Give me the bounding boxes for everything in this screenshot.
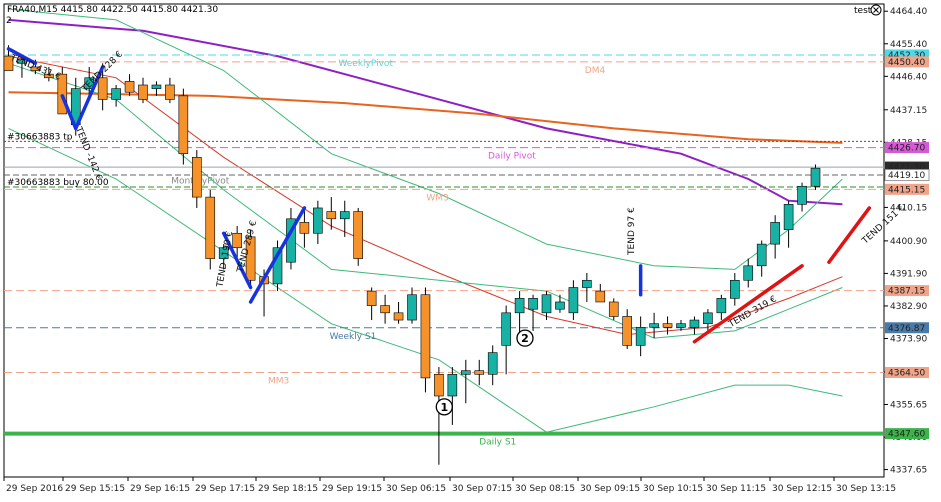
bearish-candle [474, 370, 485, 375]
bullish-candle [111, 88, 121, 100]
x-tick-label: 29 Sep 19:15 [322, 484, 382, 494]
x-tick-label: 29 Sep 16:15 [130, 484, 190, 494]
bullish-candle [447, 373, 458, 397]
x-tick-label: 30 Sep 13:15 [836, 484, 896, 494]
bullish-candle [568, 287, 579, 314]
x-tick-label: 30 Sep 09:15 [580, 484, 640, 494]
bearish-candle [178, 95, 189, 155]
bullish-candle [797, 185, 807, 205]
y-tick-label: 4391.90 [890, 269, 927, 279]
bullish-candle [541, 294, 552, 314]
bearish-candle [420, 294, 431, 379]
bearish-candle [205, 196, 216, 259]
bearish-candle [124, 81, 135, 93]
bearish-candle [138, 84, 148, 100]
chart-corner-digit: 2 [6, 16, 12, 26]
bullish-candle [783, 204, 794, 230]
bearish-candle [622, 316, 633, 346]
bearish-candle [165, 84, 175, 100]
bearish-candle [434, 373, 444, 397]
x-tick-label: 30 Sep 11:15 [706, 484, 766, 494]
bearish-candle [366, 290, 377, 306]
bullish-candle [770, 222, 780, 245]
bullish-candle [689, 319, 700, 328]
price-tag-label: 4426.70 [888, 144, 925, 154]
x-tick-label: 30 Sep 07:15 [452, 484, 512, 494]
trade-label: #30663883 tp [7, 132, 73, 142]
price-tag-label: 4364.50 [888, 368, 925, 378]
level-label: MM3 [268, 376, 289, 386]
level-label: Daily Pivot [488, 152, 536, 162]
bullish-candle [151, 84, 162, 89]
bullish-candle [635, 326, 646, 346]
y-tick-label: 4464.40 [890, 7, 927, 17]
bullish-candle [676, 323, 686, 328]
bearish-candle [299, 222, 310, 234]
bearish-candle [380, 305, 390, 314]
y-tick-label: 4382.90 [890, 302, 927, 312]
bullish-candle [339, 211, 350, 220]
x-tick-label: 29 Sep 2016 [6, 484, 63, 494]
x-tick-label: 29 Sep 17:15 [195, 484, 255, 494]
x-tick-label: 30 Sep 08:15 [515, 484, 575, 494]
y-tick-label: 4373.90 [890, 334, 927, 344]
bullish-candle [582, 279, 592, 288]
price-tag-label: 4415.15 [888, 185, 925, 195]
bullish-candle [313, 207, 323, 234]
bullish-candle [729, 279, 740, 299]
bullish-candle [810, 167, 821, 187]
bullish-candle [756, 243, 767, 267]
level-label: Weekly S1 [330, 332, 377, 342]
bullish-candle [528, 298, 538, 310]
level-label: WM3 [426, 193, 448, 203]
y-tick-label: 4337.65 [890, 466, 927, 476]
step-marker-number: 2 [521, 332, 529, 345]
x-tick-label: 29 Sep 18:15 [258, 484, 318, 494]
bearish-candle [326, 211, 337, 220]
x-tick-label: 29 Sep 15:15 [65, 484, 125, 494]
price-chart: WeeklyPivot DM4 Daily Pivot WM3 Weekly S1 MM3… [3, 3, 930, 494]
x-tick-label: 30 Sep 10:15 [643, 484, 703, 494]
y-tick-label: 4355.65 [890, 400, 927, 410]
bearish-candle [393, 312, 404, 321]
bullish-candle [460, 370, 471, 375]
chart-window: WeeklyPivot DM4 Daily Pivot WM3 Weekly S1 MM3… [0, 0, 941, 502]
y-tick-label: 4400.90 [890, 237, 927, 247]
bullish-candle [501, 312, 511, 346]
bullish-candle [743, 265, 754, 281]
price-tag-label: 4387.15 [888, 287, 925, 297]
bullish-candle [703, 312, 713, 324]
bearish-candle [192, 157, 202, 198]
step-marker-number: 1 [440, 401, 448, 414]
x-tick-label: 30 Sep 12:15 [772, 484, 832, 494]
price-tag-label: 4450.40 [888, 58, 925, 68]
bullish-candle [407, 294, 417, 321]
level-label: DM4 [585, 66, 606, 76]
y-tick-label: 4455.40 [890, 40, 927, 50]
bearish-candle [662, 323, 673, 328]
y-tick-label: 4446.40 [890, 72, 927, 82]
bullish-candle [487, 352, 498, 375]
x-tick-label: 30 Sep 06:15 [386, 484, 446, 494]
price-tag-label: 4347.60 [888, 430, 925, 440]
price-tag-label: 4419.10 [888, 171, 925, 181]
indicator-name: test [854, 6, 872, 16]
level-label: WeeklyPivot [338, 59, 393, 69]
bearish-candle [595, 290, 606, 303]
bearish-candle [353, 211, 364, 259]
y-tick-label: 4437.15 [890, 106, 927, 116]
chart-symbol-info: FRA40,M15 4415.80 4422.50 4415.80 4421.3… [7, 5, 218, 15]
bullish-candle [514, 298, 525, 314]
trade-annotation: TEND 97 € [627, 207, 637, 256]
bearish-candle [608, 301, 619, 317]
bullish-candle [649, 323, 659, 328]
y-tick-label: 4410.15 [890, 203, 927, 213]
level-label: Daily S1 [479, 438, 516, 448]
bullish-candle [716, 298, 727, 314]
bullish-candle [555, 301, 565, 310]
price-tag-label: 4376.87 [888, 324, 925, 334]
